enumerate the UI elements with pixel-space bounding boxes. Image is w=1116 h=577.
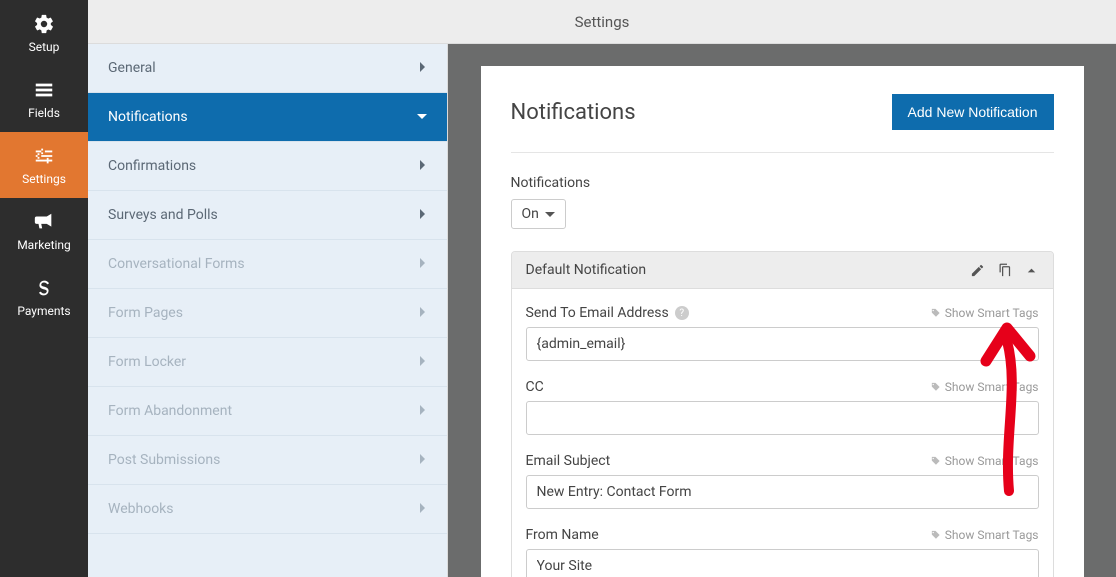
show-smart-tags-link[interactable]: Show Smart Tags: [930, 454, 1039, 468]
subnav-label: Confirmations: [108, 158, 196, 174]
notifications-toggle-select[interactable]: On: [511, 199, 566, 229]
toggle-label: Notifications: [511, 175, 1054, 191]
subnav-label: Post Submissions: [108, 452, 220, 468]
block-title: Default Notification: [526, 262, 647, 278]
chevron-right-icon: [417, 208, 427, 223]
chevron-right-icon: [417, 159, 427, 174]
subnav-item-general[interactable]: General: [88, 44, 447, 93]
subnav-item-conversational[interactable]: Conversational Forms: [88, 240, 447, 289]
tag-icon: [930, 382, 941, 393]
chevron-right-icon: [417, 306, 427, 321]
chevron-up-icon[interactable]: [1024, 263, 1039, 278]
cc-input[interactable]: [526, 401, 1039, 435]
copy-icon[interactable]: [997, 263, 1012, 278]
notifications-panel: Notifications Add New Notification Notif…: [481, 66, 1084, 577]
show-smart-tags-link[interactable]: Show Smart Tags: [930, 528, 1039, 542]
bullhorn-icon: [33, 211, 55, 233]
add-notification-button[interactable]: Add New Notification: [892, 94, 1054, 130]
settings-subnav: General Notifications Confirmations Surv…: [88, 44, 448, 577]
subnav-item-confirmations[interactable]: Confirmations: [88, 142, 447, 191]
subnav-label: Webhooks: [108, 501, 174, 517]
subnav-label: General: [108, 60, 156, 76]
chevron-right-icon: [417, 502, 427, 517]
content-canvas: Notifications Add New Notification Notif…: [448, 44, 1116, 577]
send-to-label: Send To Email Address ?: [526, 305, 689, 321]
tag-icon: [930, 530, 941, 541]
sliders-icon: [33, 145, 55, 167]
sidebar-item-payments[interactable]: Payments: [0, 264, 88, 330]
help-icon[interactable]: ?: [675, 306, 689, 320]
edit-icon[interactable]: [970, 263, 985, 278]
subject-label: Email Subject: [526, 453, 611, 469]
sidebar-label: Setup: [29, 40, 60, 54]
chevron-right-icon: [417, 61, 427, 76]
sidebar-label: Payments: [17, 304, 70, 318]
sidebar-label: Settings: [22, 172, 66, 186]
from-name-label: From Name: [526, 527, 599, 543]
subnav-label: Form Abandonment: [108, 403, 232, 419]
subnav-label: Form Locker: [108, 354, 186, 370]
notifications-toggle-section: Notifications On: [511, 175, 1054, 229]
subnav-item-postsubmissions[interactable]: Post Submissions: [88, 436, 447, 485]
page-header: Settings: [88, 0, 1116, 44]
chevron-right-icon: [417, 453, 427, 468]
tag-icon: [930, 308, 941, 319]
panel-title: Notifications: [511, 100, 636, 125]
chevron-right-icon: [417, 355, 427, 370]
subnav-item-notifications[interactable]: Notifications: [88, 93, 447, 142]
subnav-item-surveys[interactable]: Surveys and Polls: [88, 191, 447, 240]
notification-block: Default Notification S: [511, 251, 1054, 577]
chevron-down-icon: [417, 110, 427, 125]
list-icon: [33, 79, 55, 101]
subnav-label: Form Pages: [108, 305, 183, 321]
subject-input[interactable]: [526, 475, 1039, 509]
tag-icon: [930, 456, 941, 467]
show-smart-tags-link[interactable]: Show Smart Tags: [930, 380, 1039, 394]
chevron-right-icon: [417, 257, 427, 272]
subnav-label: Conversational Forms: [108, 256, 245, 272]
page-title: Settings: [575, 13, 630, 31]
dollar-icon: [33, 277, 55, 299]
sidebar-item-fields[interactable]: Fields: [0, 66, 88, 132]
toggle-value: On: [522, 206, 539, 222]
subnav-label: Notifications: [108, 109, 188, 125]
cc-label: CC: [526, 379, 544, 395]
show-smart-tags-link[interactable]: Show Smart Tags: [930, 306, 1039, 320]
sidebar-item-settings[interactable]: Settings: [0, 132, 88, 198]
chevron-right-icon: [417, 404, 427, 419]
sidebar-item-setup[interactable]: Setup: [0, 0, 88, 66]
sidebar-label: Marketing: [17, 238, 71, 252]
subnav-label: Surveys and Polls: [108, 207, 218, 223]
primary-sidebar: Setup Fields Settings Marketing Payments: [0, 0, 88, 577]
subnav-item-webhooks[interactable]: Webhooks: [88, 485, 447, 534]
sidebar-label: Fields: [28, 106, 60, 120]
block-header: Default Notification: [512, 252, 1053, 289]
gear-icon: [33, 13, 55, 35]
from-name-input[interactable]: [526, 549, 1039, 577]
subnav-item-formabandon[interactable]: Form Abandonment: [88, 387, 447, 436]
sidebar-item-marketing[interactable]: Marketing: [0, 198, 88, 264]
subnav-item-formpages[interactable]: Form Pages: [88, 289, 447, 338]
send-to-input[interactable]: [526, 327, 1039, 361]
subnav-item-formlocker[interactable]: Form Locker: [88, 338, 447, 387]
chevron-down-icon: [545, 209, 555, 219]
